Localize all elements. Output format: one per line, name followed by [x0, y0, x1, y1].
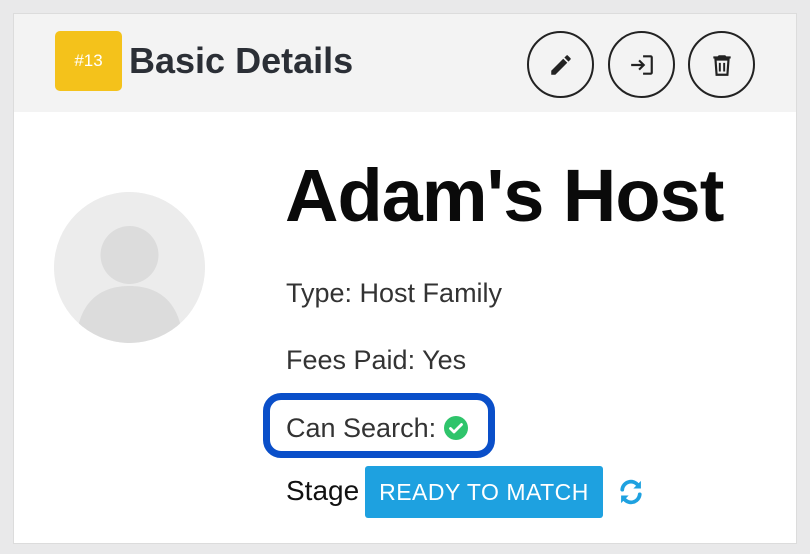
edit-button[interactable]: [527, 31, 594, 98]
trash-icon: [712, 54, 731, 76]
fees-paid-text: Fees Paid: Yes: [286, 345, 467, 375]
login-as-button[interactable]: [608, 31, 675, 98]
pencil-icon: [550, 54, 571, 75]
stage-status-button[interactable]: READY TO MATCH: [365, 466, 603, 518]
card-header: #13 Basic Details: [14, 14, 796, 112]
basic-details-card: #13 Basic Details Adam's Host Type: Host…: [13, 13, 797, 544]
host-name: Adam's Host: [285, 154, 724, 237]
type-text: Type: Host Family: [286, 278, 503, 308]
check-circle-icon: [444, 416, 469, 440]
sign-in-icon: [630, 54, 653, 75]
can-search-row: Can Search:: [286, 412, 469, 444]
card-title: Basic Details: [129, 40, 354, 81]
delete-button[interactable]: [688, 31, 755, 98]
refresh-icon[interactable]: [617, 478, 645, 506]
stage-label: Stage: [286, 475, 360, 506]
user-placeholder-icon: [54, 192, 205, 343]
record-id-badge: #13: [55, 31, 122, 91]
can-search-label: Can Search:: [286, 413, 437, 443]
avatar: [54, 192, 205, 343]
